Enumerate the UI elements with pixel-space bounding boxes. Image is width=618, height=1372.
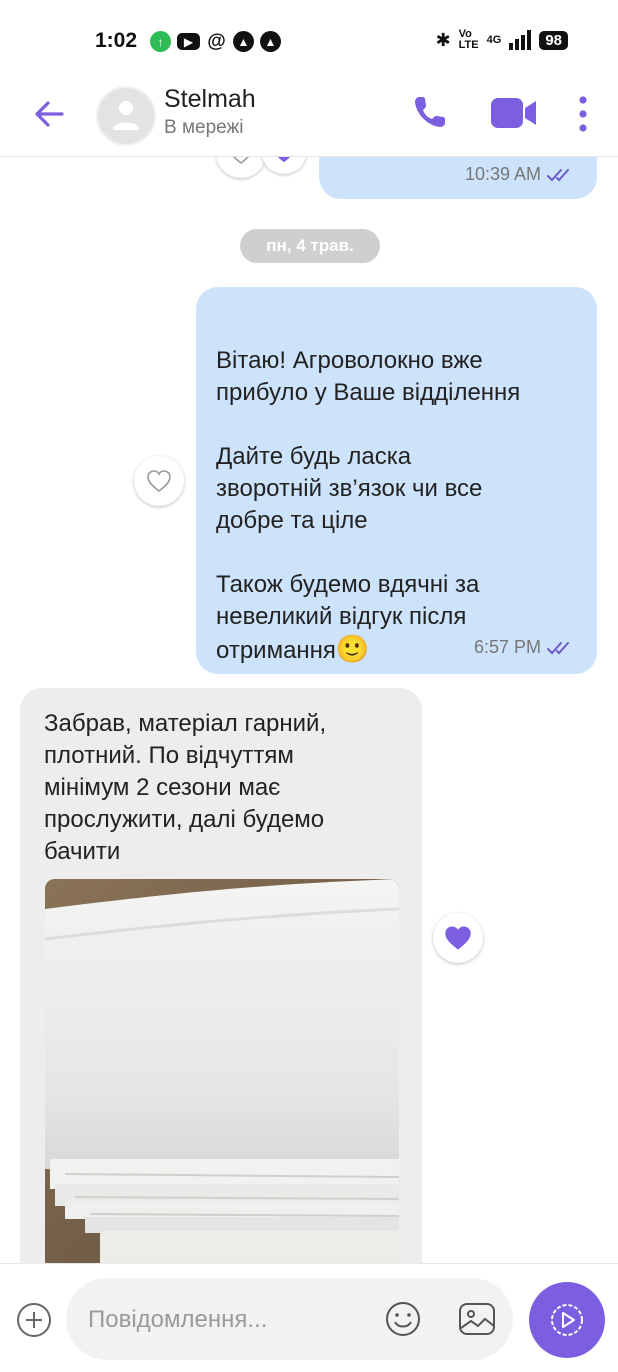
contact-status: В мережі [164, 117, 244, 138]
bluetooth-icon: ✱ [435, 29, 451, 50]
threads-icon: @ [207, 30, 226, 52]
network-type-label: 4G [486, 34, 502, 46]
message-meta: 10:39 AM [465, 164, 575, 185]
back-arrow-icon[interactable] [30, 94, 70, 134]
video-call-icon[interactable] [490, 93, 538, 133]
like-button[interactable] [433, 913, 483, 963]
photo-image [45, 879, 399, 1264]
like-button[interactable] [134, 456, 184, 506]
message-text: Вітаю! Агроволокно вже прибуло у Ваше ві… [216, 313, 586, 667]
status-bar: 1:02 ↑ ▶ @ ▲ ▲ ✱ Vo LTE 4G 98 [0, 0, 618, 80]
default-avatar-icon [113, 101, 139, 130]
app-notification-icon: ↑ [150, 31, 171, 52]
system-icons: ✱ Vo LTE 4G 98 [436, 29, 568, 51]
message-input[interactable] [86, 1300, 370, 1340]
youtube-icon: ▶ [177, 33, 200, 50]
message-bubble-outgoing[interactable]: Вітаю! Агроволокно вже прибуло у Ваше ві… [196, 287, 597, 674]
message-text: Забрав, матеріал гарний, плотний. По від… [44, 710, 327, 865]
message-text-content: Вітаю! Агроволокно вже прибуло у Ваше ві… [216, 347, 521, 664]
message-meta: 6:57 PM [474, 637, 575, 658]
attached-photo[interactable] [45, 879, 399, 1264]
avatar[interactable] [96, 86, 156, 146]
message-time: 10:39 AM [464, 164, 541, 184]
app-icon: ▲ [233, 31, 254, 52]
message-input-container [66, 1278, 513, 1360]
add-attachment-icon[interactable] [16, 1302, 52, 1338]
message-list[interactable]: 10:39 AM пн, 4 трав. Вітаю! Агроволокно … [0, 156, 618, 1264]
contact-name[interactable]: Stelmah [164, 85, 256, 114]
date-separator: пн, 4 трав. [240, 229, 380, 263]
message-bubble-incoming[interactable]: Забрав, матеріал гарний, плотний. По від… [20, 688, 422, 1264]
notification-icons: ↑ ▶ @ ▲ ▲ [150, 31, 281, 52]
phone-call-icon[interactable] [410, 92, 450, 132]
signal-icon [509, 30, 532, 50]
chat-header: Stelmah В мережі [0, 80, 618, 157]
more-options-icon[interactable] [574, 94, 592, 134]
like-button[interactable] [216, 156, 266, 178]
message-bubble-outgoing[interactable]: 10:39 AM [319, 156, 597, 199]
double-check-icon [547, 168, 569, 181]
message-time: 6:57 PM [473, 637, 541, 657]
emoji-icon[interactable] [384, 1300, 422, 1338]
heart-filled-icon [445, 926, 471, 950]
message-composer [0, 1263, 618, 1372]
double-check-icon [547, 641, 569, 654]
smile-emoji-icon: 🙂 [335, 634, 370, 664]
battery-indicator: 98 [539, 30, 568, 50]
heart-outline-icon [232, 156, 250, 165]
send-button[interactable] [529, 1282, 605, 1358]
send-icon [551, 1304, 583, 1336]
app-icon-2: ▲ [260, 31, 281, 52]
screen: 1:02 ↑ ▶ @ ▲ ▲ ✱ Vo LTE 4G 98 Stelmah В … [0, 0, 618, 1372]
status-time: 1:02 [95, 29, 138, 52]
heart-outline-icon [147, 470, 171, 493]
gallery-icon[interactable] [457, 1300, 497, 1338]
heart-reaction[interactable] [262, 156, 306, 174]
heart-filled-icon [277, 156, 291, 163]
volte-icon: Vo LTE [458, 28, 479, 51]
